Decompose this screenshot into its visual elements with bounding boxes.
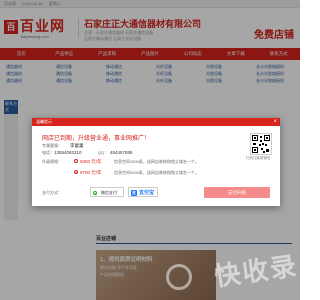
plan-700-price[interactable]: ¥700 元/年 — [80, 170, 102, 176]
modal-header: 温馨提示 × — [32, 118, 280, 126]
modal-title: 网店已到期，升级营业通，事业网推广！ — [42, 136, 151, 142]
qr-code-icon — [250, 133, 272, 155]
contact-name: 李蕾蕾 — [70, 143, 84, 148]
plan-700-desc: 信息空间3000条，送网店装修和独立域名一个。 — [114, 170, 199, 175]
plan-300-desc: 信息空间1500条，送网店装修和独立域名一个。 — [114, 159, 199, 164]
modal-header-title: 温馨提示 — [36, 119, 52, 124]
alipay-icon: 支 — [131, 189, 137, 196]
plan-300-radio[interactable] — [74, 159, 78, 163]
wechat-radio[interactable] — [93, 190, 97, 195]
watermark-logo-icon — [166, 264, 192, 290]
plan-300-price[interactable]: ¥300 元/年 — [80, 159, 102, 165]
alipay-label: 支付宝 — [139, 190, 155, 196]
pay-upgrade-button[interactable]: 支付升级 — [204, 187, 270, 198]
phone-label: 电话： — [42, 150, 54, 155]
contact-label: 专属客服： — [42, 143, 62, 148]
qq-label: QQ： — [98, 150, 109, 155]
qr-caption: 扫码加客服微信 — [246, 156, 271, 160]
pay-method-label: 支付方式： — [42, 190, 62, 195]
close-icon[interactable]: × — [273, 118, 277, 126]
wechat-pay-option[interactable]: 微信支付 — [90, 187, 124, 197]
plan-700-radio[interactable] — [74, 170, 78, 174]
alipay-option[interactable]: 支 支付宝 — [128, 187, 158, 197]
qq-number: 454457688 — [110, 150, 133, 155]
phone-number: 13554082210 — [54, 150, 82, 155]
upgrade-modal: 温馨提示 × 网店已到期，升级营业通，事业网推广！ 专属客服： 李蕾蕾 电话： … — [32, 118, 280, 206]
upgrade-label: 升级规格： — [42, 159, 62, 164]
wechat-pay-label: 微信支付 — [101, 190, 117, 195]
